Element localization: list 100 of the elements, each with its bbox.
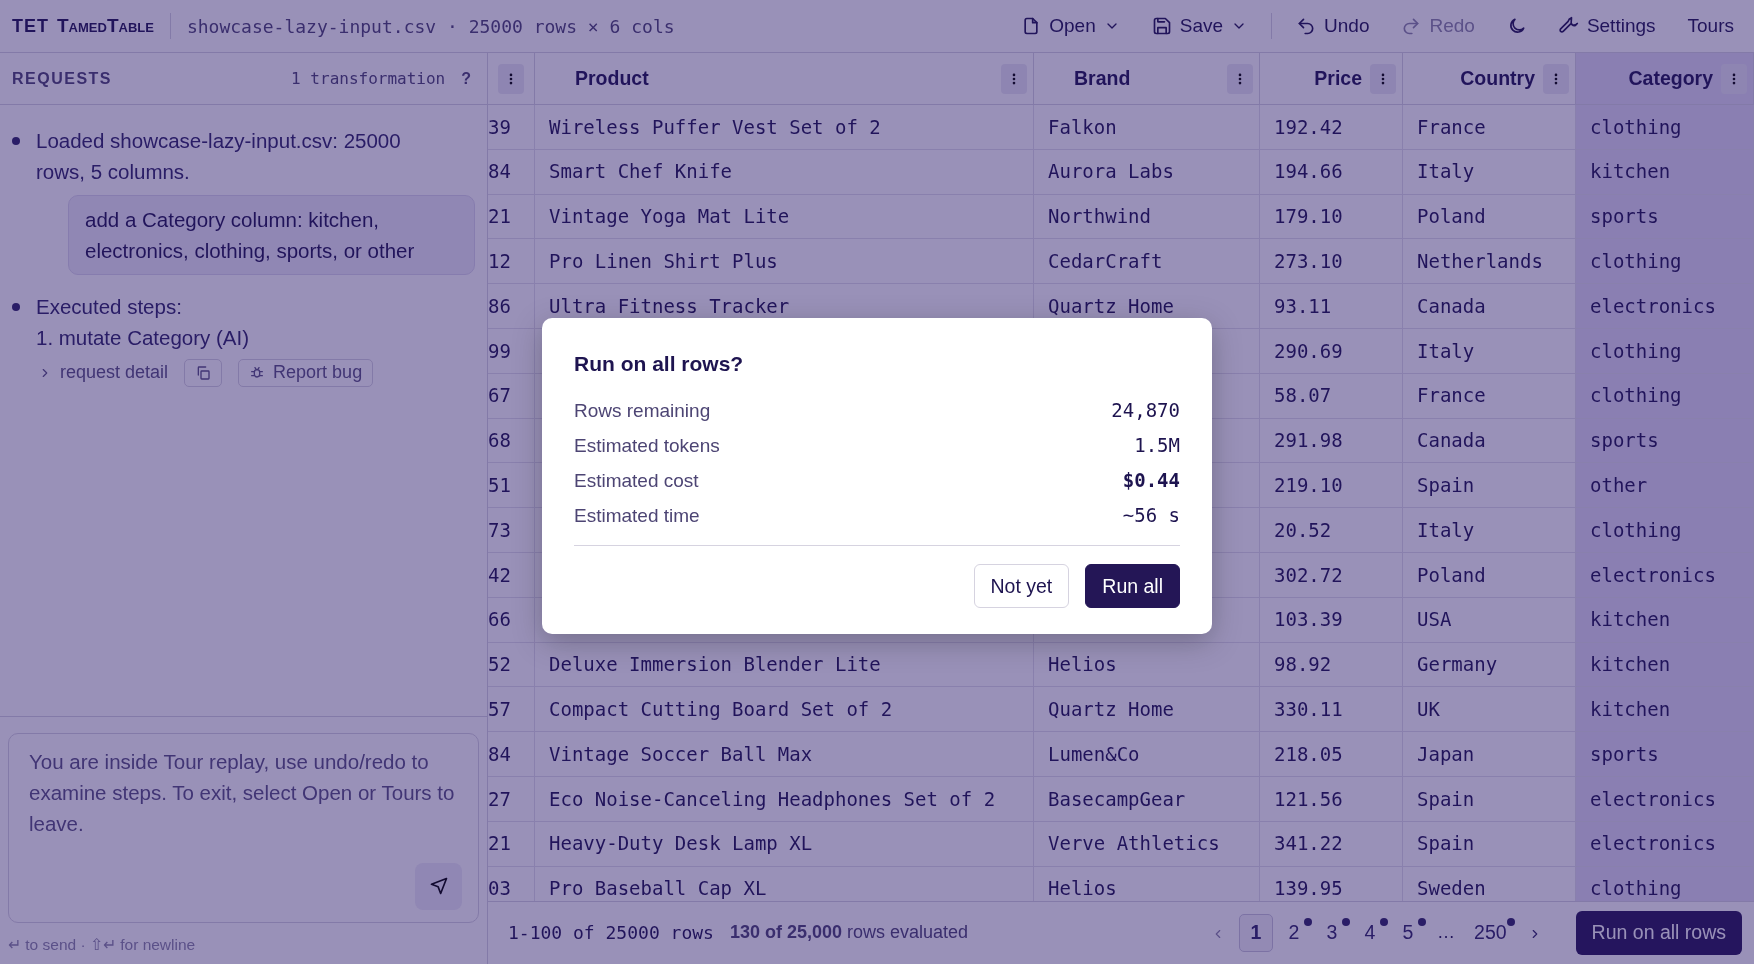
table-cell: 219.10: [1260, 463, 1403, 509]
system-message: Loaded showcase-lazy-input.csv: 25000 rows, 5 columns.: [36, 128, 402, 185]
table-cell: 302.72: [1260, 552, 1403, 598]
table-cell: kitchen: [1576, 642, 1754, 688]
table-cell: 179.10: [1260, 194, 1403, 240]
row-number: 12: [488, 239, 535, 285]
table-cell: Compact Cutting Board Set of 2: [535, 687, 1034, 733]
row-range: 1-100 of 25000 rows: [508, 921, 714, 946]
column-menu-button[interactable]: [498, 63, 524, 94]
table-cell: clothing: [1576, 508, 1754, 553]
file-info: showcase-lazy-input.csv · 25000 rows × 6 cols: [186, 14, 675, 39]
help-link[interactable]: ?: [461, 66, 471, 91]
table-cell: clothing: [1576, 866, 1754, 901]
column-header: Product: [574, 65, 649, 91]
table-cell: kitchen: [1576, 687, 1754, 733]
row-number: 39: [488, 105, 535, 150]
table-cell: Falkon: [1034, 105, 1260, 150]
page-button[interactable]: 250: [1467, 913, 1514, 952]
column-menu-button[interactable]: [1001, 63, 1027, 94]
table-cell: Vintage Soccer Ball Max: [535, 732, 1034, 777]
step-item: 1. mutate Category (AI): [36, 325, 250, 351]
table-cell: Aurora Labs: [1034, 149, 1260, 195]
request-detail-toggle[interactable]: request detail: [38, 357, 169, 388]
column-header: Price: [1314, 65, 1362, 91]
table-cell: electronics: [1576, 284, 1754, 329]
stat-value: $0.44: [1122, 468, 1180, 494]
toolbar-button[interactable]: Undo: [1288, 7, 1378, 45]
table-cell: 341.22: [1260, 821, 1403, 867]
table-cell: Quartz Home: [1034, 687, 1260, 733]
not-yet-button[interactable]: Not yet: [973, 564, 1070, 609]
row-number: 21: [488, 194, 535, 240]
stat-label: Estimated tokens: [574, 434, 720, 459]
table-cell: 330.11: [1260, 687, 1403, 733]
menu-button[interactable]: Open: [1013, 7, 1128, 45]
row-number: 52: [488, 642, 535, 688]
table-cell: 194.66: [1260, 149, 1403, 195]
table-cell: Verve Athletics: [1034, 821, 1260, 867]
column-menu-button[interactable]: [1543, 63, 1569, 94]
row-number: 84: [488, 149, 535, 195]
column-menu-button[interactable]: [1721, 63, 1747, 94]
row-number: 03: [488, 866, 535, 901]
row-number: 66: [488, 597, 535, 643]
table-cell: 20.52: [1260, 508, 1403, 553]
column-menu-button[interactable]: [1227, 63, 1253, 94]
report-bug-button[interactable]: Report bug: [238, 358, 374, 387]
table-cell: electronics: [1576, 552, 1754, 598]
bullet-dot: [12, 137, 20, 145]
table-cell: clothing: [1576, 105, 1754, 150]
page-button[interactable]: 5: [1391, 913, 1426, 952]
table-cell: sports: [1576, 732, 1754, 777]
column-menu-button[interactable]: [1370, 63, 1396, 94]
table-cell: Helios: [1034, 642, 1260, 688]
toolbar-button[interactable]: Settings: [1550, 7, 1664, 45]
table-cell: clothing: [1576, 239, 1754, 285]
table-cell: 291.98: [1260, 418, 1403, 464]
run-all-rows-button[interactable]: Run on all rows: [1575, 910, 1742, 955]
table-cell: Pro Linen Shirt Plus: [535, 239, 1034, 285]
menu-button[interactable]: Save: [1143, 7, 1256, 45]
column-header: Country: [1460, 65, 1535, 91]
message-input[interactable]: You are inside Tour replay, use undo/redo to examine steps. To exit, select Open or Tours to leave.: [8, 732, 479, 923]
row-number: 21: [488, 821, 535, 867]
stat-value: 1.5M: [1134, 433, 1180, 459]
table-cell: clothing: [1576, 373, 1754, 419]
keyboard-hint: ↵ to send · ⇧↵ for newline: [8, 934, 197, 955]
row-number: 67: [488, 373, 535, 419]
table-cell: 218.05: [1260, 732, 1403, 777]
table-cell: 121.56: [1260, 776, 1403, 822]
page-button[interactable]: 2: [1277, 913, 1312, 952]
table-cell: BasecampGear: [1034, 776, 1260, 822]
app-name: TamedTable: [57, 13, 154, 38]
table-cell: CedarCraft: [1034, 239, 1260, 285]
table-cell: Eco Noise-Canceling Headphones Set of 2: [535, 776, 1034, 822]
table-cell: Wireless Puffer Vest Set of 2: [535, 105, 1034, 150]
table-cell: kitchen: [1576, 149, 1754, 195]
table-cell: Northwind: [1034, 194, 1260, 240]
table-cell: electronics: [1576, 821, 1754, 867]
table-cell: 273.10: [1260, 239, 1403, 285]
table-cell: Pro Baseball Cap XL: [535, 866, 1034, 901]
user-message: add a Category column: kitchen, electronics, clothing, sports, or other: [68, 195, 475, 275]
table-cell: 290.69: [1260, 329, 1403, 374]
page-button[interactable]: 3: [1315, 913, 1350, 952]
page-button[interactable]: 1: [1239, 913, 1274, 952]
table-cell: 98.92: [1260, 642, 1403, 688]
send-button[interactable]: [415, 862, 462, 910]
stat-value: ~56 s: [1122, 503, 1180, 529]
run-all-button[interactable]: Run all: [1085, 564, 1180, 609]
page-button[interactable]: 4: [1353, 913, 1388, 952]
table-cell: kitchen: [1576, 597, 1754, 643]
row-number: 57: [488, 687, 535, 733]
transformation-count: 1 transformation: [291, 67, 446, 90]
table-cell: 58.07: [1260, 373, 1403, 419]
copy-button[interactable]: [184, 358, 223, 387]
row-number: 84: [488, 732, 535, 777]
table-cell: 192.42: [1260, 105, 1403, 150]
logo: TET: [12, 14, 49, 38]
save-icon: [1151, 16, 1172, 36]
toolbar-button[interactable]: Tours: [1679, 7, 1742, 45]
panel-title: REQUESTS: [12, 68, 112, 89]
row-number: 99: [488, 329, 535, 374]
table-cell: 103.39: [1260, 597, 1403, 643]
